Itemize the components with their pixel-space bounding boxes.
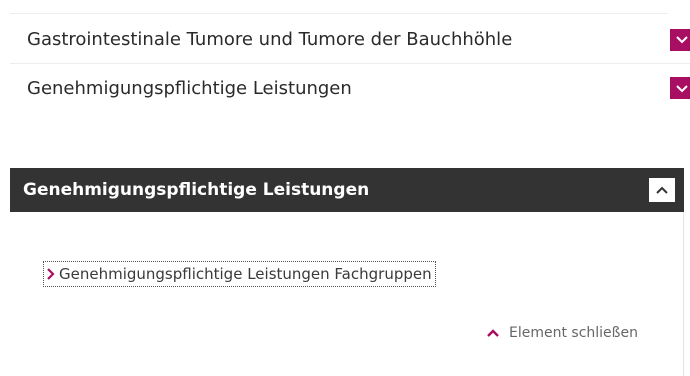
accordion-item-label: Gastrointestinale Tumore und Tumore der … [27, 29, 513, 50]
close-element-button[interactable]: Element schließen [486, 323, 638, 343]
accordion-item-genehmigungspflichtige-leistungen[interactable]: Genehmigungspflichtige Leistungen [10, 64, 690, 112]
chevron-up-icon[interactable] [649, 178, 675, 202]
accordion-item-label: Genehmigungspflichtige Leistungen [27, 77, 352, 99]
link-label: Genehmigungspflichtige Leistungen Fachgr… [59, 265, 432, 283]
panel-header-genehmigungspflichtige-leistungen[interactable]: Genehmigungspflichtige Leistungen [10, 168, 684, 212]
page: Gastrointestinale Tumore und Tumore der … [0, 0, 690, 376]
panel-border [683, 212, 684, 376]
divider [10, 13, 668, 14]
accordion-item-gastrointestinale-tumore[interactable]: Gastrointestinale Tumore und Tumore der … [10, 16, 690, 64]
link-fachgruppen[interactable]: Genehmigungspflichtige Leistungen Fachgr… [43, 261, 436, 287]
panel-title: Genehmigungspflichtige Leistungen [23, 180, 370, 200]
chevron-down-icon[interactable] [670, 28, 690, 51]
chevron-right-icon [46, 267, 55, 281]
chevron-up-icon [486, 328, 500, 338]
close-element-label: Element schließen [509, 325, 638, 341]
chevron-down-icon[interactable] [670, 77, 690, 99]
